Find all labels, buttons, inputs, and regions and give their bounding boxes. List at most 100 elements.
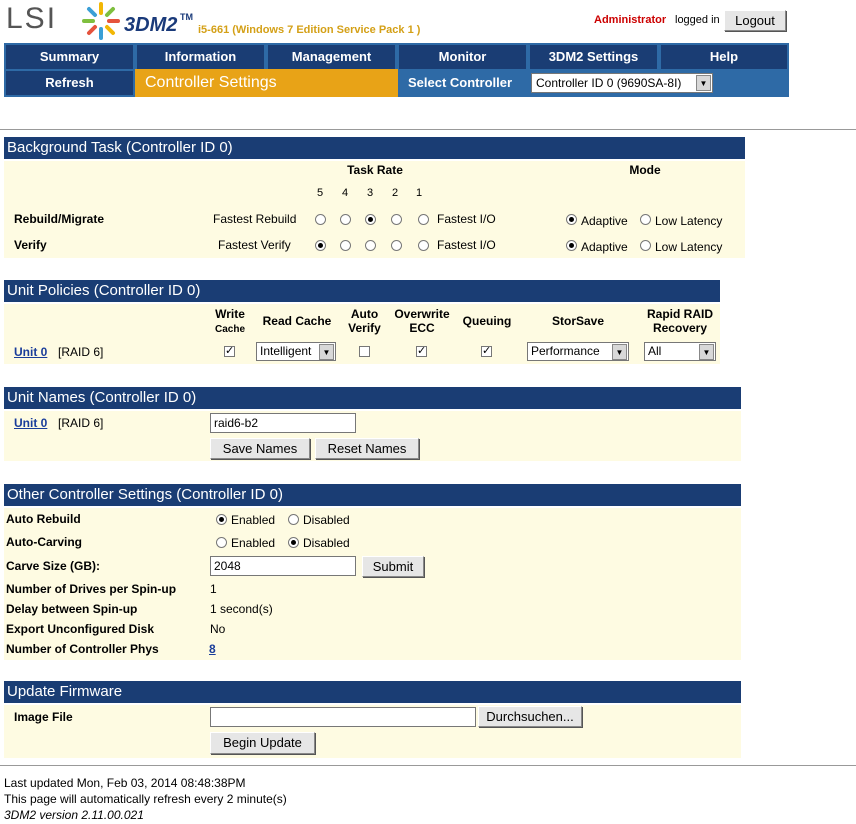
drives-spinup-value: 1 [210,582,217,596]
mode-header: Mode [629,163,661,177]
auto-carving-disabled-radio[interactable] [288,537,299,548]
drives-spinup-label: Number of Drives per Spin-up [6,582,177,596]
auto-rebuild-disabled-radio[interactable] [288,514,299,525]
storsave-header: StorSave [551,314,605,328]
nav-bar: Summary Information Management Monitor 3… [4,43,789,97]
reset-names-button[interactable]: Reset Names [315,438,419,459]
read-cache-header: Read Cache [262,314,332,328]
queuing-header: Queuing [462,314,512,328]
auto-rebuild-enabled-radio[interactable] [216,514,227,525]
disabled-label: Disabled [303,536,350,550]
overwrite-ecc-checkbox[interactable]: ✓ [416,346,427,357]
nav-information[interactable]: Information [137,45,264,69]
nav-3dm2-settings[interactable]: 3DM2 Settings [530,45,657,69]
rebuild-rate-1-radio[interactable] [418,214,429,225]
save-names-button[interactable]: Save Names [210,438,310,459]
begin-update-button[interactable]: Begin Update [210,732,315,754]
fastest-verify-label: Fastest Verify [218,238,291,252]
storsave-value: Performance [531,344,600,358]
verify-low-latency-radio[interactable] [640,240,651,251]
controller-select-value: Controller ID 0 (9690SA-8I) [536,76,682,90]
rapid-raid-value: All [648,344,662,358]
rate-label-4: 4 [342,187,349,199]
overwrite-ecc-header: Overwrite ECC [394,307,450,335]
unit-raid-level: [RAID 6] [58,416,104,430]
rebuild-rate-5-radio[interactable] [315,214,326,225]
auto-refresh-note: This page will automatically refresh eve… [4,792,287,806]
rapid-raid-header: Rapid RAID Recovery [647,307,713,335]
nav-help[interactable]: Help [661,45,787,69]
controller-phys-link[interactable]: 8 [209,642,216,656]
nav-monitor[interactable]: Monitor [399,45,526,69]
verify-adaptive-radio[interactable] [566,240,577,251]
rebuild-rate-4-radio[interactable] [340,214,351,225]
rebuild-low-latency-radio[interactable] [640,214,651,225]
read-cache-select[interactable]: Intelligent ▼ [256,342,336,361]
rebuild-adaptive-radio[interactable] [566,214,577,225]
rebuild-rate-2-radio[interactable] [391,214,402,225]
image-file-label: Image File [14,710,73,724]
browse-button[interactable]: Durchsuchen... [478,706,582,727]
unit-name-input[interactable]: raid6-b2 [210,413,356,433]
verify-label: Verify [14,238,47,252]
low-latency-label: Low Latency [655,240,723,254]
nav-summary[interactable]: Summary [6,45,133,69]
storsave-select[interactable]: Performance ▼ [527,342,629,361]
divider [0,129,856,130]
enabled-label: Enabled [231,513,276,527]
rate-label-1: 1 [416,187,423,199]
verify-rate-1-radio[interactable] [418,240,429,251]
controller-phys-label: Number of Controller Phys [6,642,159,656]
submit-button[interactable]: Submit [362,556,424,577]
adaptive-label: Adaptive [581,214,628,228]
host-info: i5-661 (Windows 7 Edition Service Pack 1… [198,24,421,36]
auto-carving-label: Auto-Carving [6,535,82,549]
carve-size-input[interactable]: 2048 [210,556,356,576]
export-unconfigured-value: No [210,622,226,636]
version-info: 3DM2 version 2.11.00.021 [4,808,144,822]
verify-rate-5-radio[interactable] [315,240,326,251]
unit-names-header: Unit Names (Controller ID 0) [4,387,741,409]
unit-0-link[interactable]: Unit 0 [14,345,47,359]
write-cache-header: Write Cache [214,307,245,335]
logout-button[interactable]: Logout [724,10,786,31]
trademark: TM [180,12,193,22]
low-latency-label: Low Latency [655,214,723,228]
export-unconfigured-label: Export Unconfigured Disk [6,622,155,636]
rate-label-2: 2 [392,187,399,199]
rate-label-5: 5 [317,187,324,199]
read-cache-value: Intelligent [260,344,312,358]
adaptive-label: Adaptive [581,240,628,254]
fastest-rebuild-label: Fastest Rebuild [213,212,297,226]
rapid-raid-select[interactable]: All ▼ [644,342,716,361]
delay-spinup-label: Delay between Spin-up [6,602,138,616]
background-task-header: Background Task (Controller ID 0) [4,137,745,159]
rebuild-rate-3-radio[interactable] [365,214,376,225]
verify-rate-4-radio[interactable] [340,240,351,251]
chevron-down-icon: ▼ [699,344,714,360]
lsi-logo: LSI [6,2,58,35]
unit-0-link[interactable]: Unit 0 [14,416,47,430]
rebuild-label: Rebuild/Migrate [14,212,105,226]
carve-size-label: Carve Size (GB): [6,559,101,573]
auto-verify-checkbox[interactable] [359,346,370,357]
verify-rate-2-radio[interactable] [391,240,402,251]
image-file-input[interactable] [210,707,476,727]
chevron-down-icon: ▼ [696,75,711,91]
task-rate-header: Task Rate [347,163,403,177]
enabled-label: Enabled [231,536,276,550]
delay-spinup-value: 1 second(s) [210,602,273,616]
refresh-button[interactable]: Refresh [6,71,133,95]
fastest-io-label: Fastest I/O [437,212,496,226]
controller-select[interactable]: Controller ID 0 (9690SA-8I) ▼ [531,73,713,93]
verify-rate-3-radio[interactable] [365,240,376,251]
auto-carving-enabled-radio[interactable] [216,537,227,548]
write-cache-checkbox[interactable]: ✓ [224,346,235,357]
last-updated: Last updated Mon, Feb 03, 2014 08:48:38P… [4,776,246,790]
user-name: Administrator [594,14,667,26]
update-firmware-header: Update Firmware [4,681,741,703]
auto-rebuild-label: Auto Rebuild [6,512,81,526]
nav-management[interactable]: Management [268,45,395,69]
chevron-down-icon: ▼ [319,344,334,360]
queuing-checkbox[interactable]: ✓ [481,346,492,357]
